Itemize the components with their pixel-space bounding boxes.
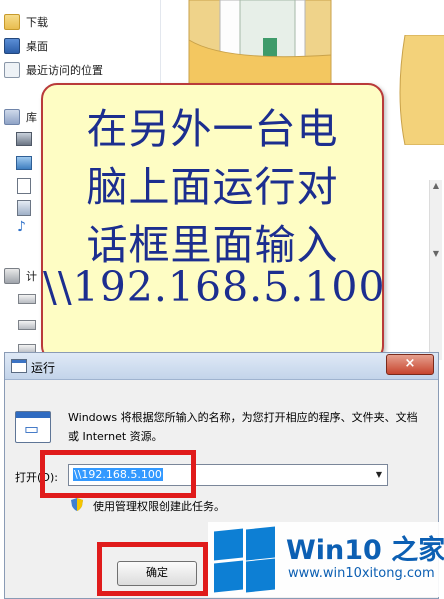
chevron-down-icon[interactable]: ▼ [371, 465, 387, 485]
folder-icon [4, 14, 20, 30]
dialog-title: 运行 [31, 361, 56, 375]
computer-icon [4, 268, 20, 284]
documents-icon[interactable] [17, 178, 31, 194]
title-bar[interactable]: 运行 × [5, 353, 438, 380]
videos-icon[interactable] [16, 132, 32, 146]
instruction-callout: 在另外一台电 脑上面运行对 话框里面输入 \\192.168.5.100 [41, 83, 386, 362]
callout-line: \\192.168.5.100 [43, 263, 386, 311]
callout-line: 在另外一台电 [86, 105, 339, 153]
folder-icon[interactable] [395, 35, 444, 145]
ok-highlight-box [97, 542, 208, 596]
windows-logo-icon [214, 526, 276, 593]
drive-icon[interactable] [18, 294, 36, 304]
scroll-down-icon[interactable]: ▼ [432, 250, 440, 258]
nav-item-recent-places[interactable]: 最近访问的位置 [4, 60, 103, 80]
nav-item-label: 最近访问的位置 [26, 64, 103, 77]
callout-line: 脑上面运行对 [86, 163, 339, 211]
watermark-url: www.win10xitong.com [288, 566, 435, 581]
folder-icon[interactable] [185, 0, 335, 85]
run-description: Windows 将根据您所输入的名称，为您打开相应的程序、文件夹、文档或 Int… [68, 411, 418, 443]
scroll-up-icon[interactable]: ▲ [432, 182, 440, 190]
input-highlight-box [40, 450, 196, 498]
callout-line: 话框里面输入 [86, 221, 339, 269]
nav-item-downloads[interactable]: 下载 [4, 12, 48, 32]
desktop-icon [4, 38, 20, 54]
scrollbar[interactable]: ▲ ▼ [429, 180, 442, 360]
close-button[interactable]: × [386, 354, 434, 375]
run-program-icon [15, 411, 51, 443]
watermark-brand: Win10 之家 [286, 535, 444, 566]
nav-item-label: 下载 [26, 16, 48, 29]
document-icon[interactable] [17, 200, 31, 216]
recent-places-icon [4, 62, 20, 78]
run-icon [11, 359, 27, 373]
nav-item-library[interactable]: 库 [4, 107, 37, 127]
pictures-icon[interactable] [16, 156, 32, 170]
nav-item-label: 计 [26, 270, 37, 283]
nav-item-computer[interactable]: 计 [4, 266, 37, 286]
watermark: Win10 之家 www.win10xitong.com [208, 522, 444, 597]
nav-item-desktop[interactable]: 桌面 [4, 36, 48, 56]
admin-note: 使用管理权限创建此任务。 [93, 500, 225, 513]
drive-icon[interactable] [18, 320, 36, 330]
nav-item-label: 桌面 [26, 40, 48, 53]
library-icon [4, 109, 20, 125]
music-icon[interactable]: ♪ [17, 220, 31, 236]
nav-item-label: 库 [26, 111, 37, 124]
shield-icon [71, 498, 83, 511]
